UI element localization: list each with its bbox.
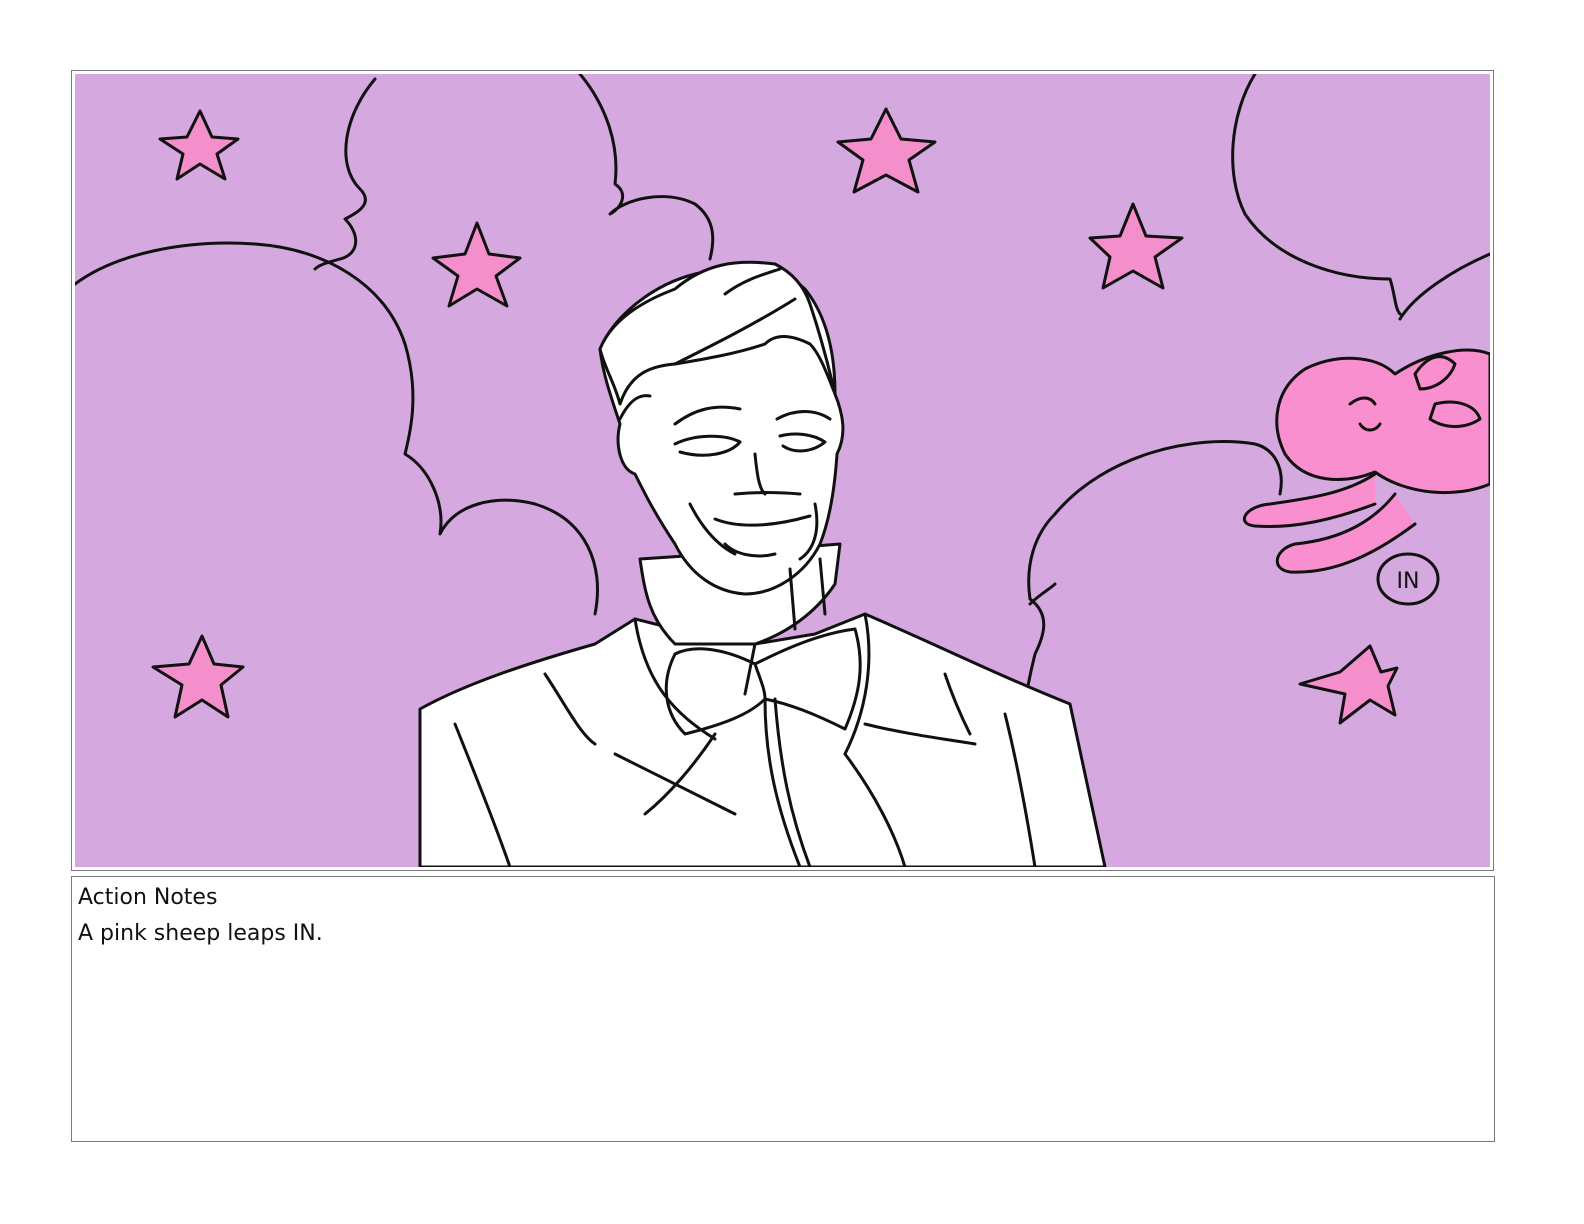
storyboard-panel-frame: IN [71, 70, 1494, 871]
storyboard-panel-illustration: IN [75, 74, 1490, 867]
action-notes-title: Action Notes [78, 885, 218, 910]
action-notes-text: A pink sheep leaps IN. [78, 921, 323, 946]
storyboard-drawing: IN [75, 74, 1490, 867]
artist-mark-text: IN [1397, 569, 1420, 594]
action-notes-box: Action Notes A pink sheep leaps IN. [71, 876, 1495, 1142]
